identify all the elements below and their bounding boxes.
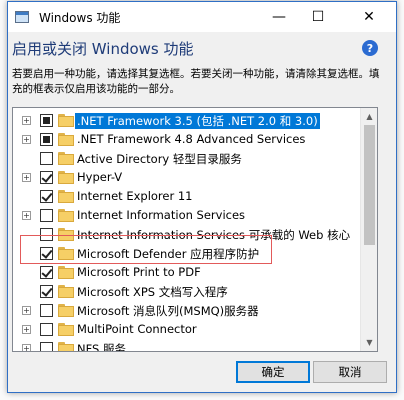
feature-row[interactable]: + Microsoft 消息队列(MSMQ)服务器 [13,301,358,320]
feature-row[interactable]: + NFS 服务 [13,339,358,352]
feature-label: Hyper-V [77,170,123,184]
window-icon [15,10,31,24]
expand-icon[interactable]: + [22,135,31,144]
vertical-scrollbar[interactable]: ▲ ▼ [360,108,377,351]
feature-checkbox[interactable] [40,323,53,336]
scroll-up-arrow-icon[interactable]: ▲ [361,108,377,125]
feature-label: Microsoft XPS 文档写入程序 [77,285,228,299]
folder-icon [58,323,74,336]
folder-icon [58,190,74,203]
feature-row[interactable]: Microsoft Print to PDF [13,263,358,282]
feature-checkbox[interactable] [40,285,53,298]
feature-row[interactable]: + .NET Framework 3.5 (包括 .NET 2.0 和 3.0) [13,111,358,130]
feature-row[interactable]: Microsoft XPS 文档写入程序 [13,282,358,301]
folder-icon [58,152,74,165]
feature-label: .NET Framework 4.8 Advanced Services [77,132,306,146]
feature-label: Internet Information Services [77,208,246,222]
feature-checkbox[interactable] [40,171,53,184]
folder-icon [58,133,74,146]
feature-checkbox[interactable] [40,114,53,127]
folder-icon [58,171,74,184]
feature-checkbox[interactable] [40,266,53,279]
maximize-button[interactable]: ☐ [299,2,337,32]
feature-label: Microsoft Print to PDF [77,265,201,279]
feature-label: Active Directory 轻型目录服务 [77,152,242,166]
feature-label: NFS 服务 [77,342,126,352]
feature-checkbox[interactable] [40,152,53,165]
expand-icon[interactable]: + [22,211,31,220]
window-title: Windows 功能 [39,10,121,25]
expand-icon[interactable]: + [22,173,31,182]
cancel-button[interactable]: 取消 [313,361,387,383]
feature-row[interactable]: + .NET Framework 4.8 Advanced Services [13,130,358,149]
help-icon[interactable]: ? [362,40,378,56]
feature-checkbox[interactable] [40,133,53,146]
close-button[interactable]: ✕ [350,2,388,32]
feature-label: Microsoft 消息队列(MSMQ)服务器 [77,304,259,318]
minimize-button[interactable]: — [260,2,298,32]
expand-icon[interactable]: + [22,344,31,351]
title-bar[interactable]: Windows 功能 — ☐ ✕ [8,2,396,32]
description-text: 若要启用一种功能，请选择其复选框。若要关闭一种功能，请清除其复选框。填充的框表示… [12,68,380,95]
feature-checkbox[interactable] [40,304,53,317]
folder-icon [58,209,74,222]
expand-icon[interactable]: + [22,306,31,315]
feature-row[interactable]: Active Directory 轻型目录服务 [13,149,358,168]
expand-icon[interactable]: + [22,116,31,125]
expand-icon[interactable]: + [22,325,31,334]
folder-icon [58,304,74,317]
feature-label: .NET Framework 3.5 (包括 .NET 2.0 和 3.0) [75,113,320,129]
feature-checkbox[interactable] [40,190,53,203]
dialog-heading: 启用或关闭 Windows 功能 [12,40,194,58]
folder-icon [58,266,74,279]
feature-checkbox[interactable] [40,209,53,222]
feature-checkbox[interactable] [40,342,53,351]
folder-icon [58,342,74,351]
feature-row[interactable]: + MultiPoint Connector [13,320,358,339]
annotation-highlight-box [20,235,272,264]
feature-label: MultiPoint Connector [77,322,197,336]
feature-tree[interactable]: + NFS 服务 + MultiPoint Connector + Microsoft 消… [12,107,378,352]
folder-icon [58,285,74,298]
feature-row[interactable]: Internet Explorer 11 [13,187,358,206]
feature-row[interactable]: + Internet Information Services [13,206,358,225]
feature-label: Internet Explorer 11 [77,189,193,203]
folder-icon [58,114,74,127]
scroll-down-arrow-icon[interactable]: ▼ [361,334,377,351]
feature-row[interactable]: + Hyper-V [13,168,358,187]
ok-button[interactable]: 确定 [236,361,310,383]
scroll-thumb[interactable] [364,125,375,245]
